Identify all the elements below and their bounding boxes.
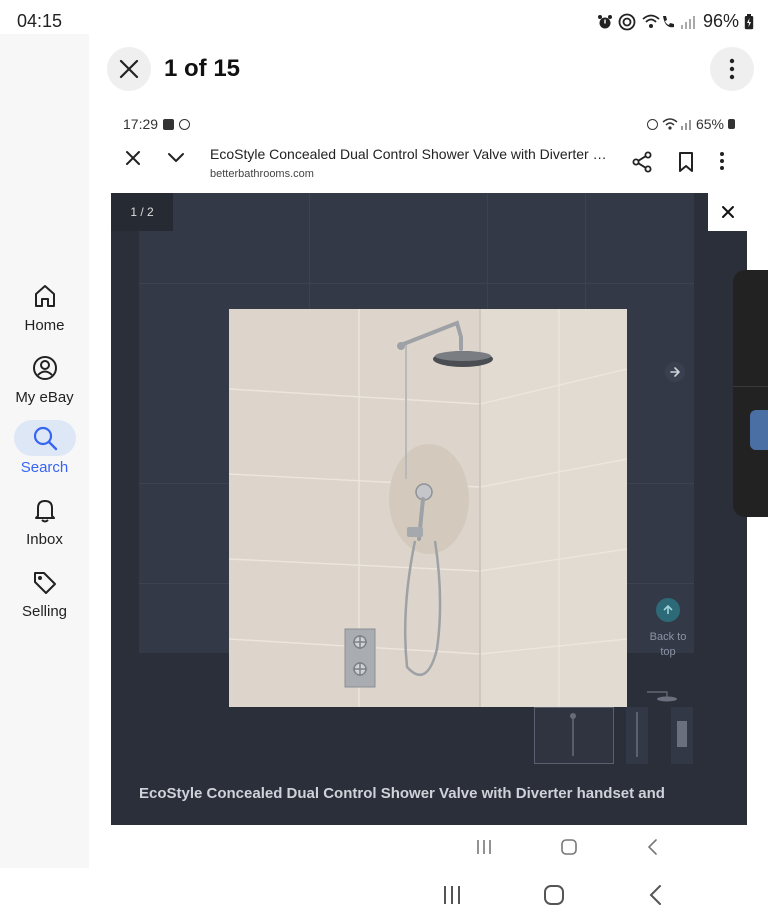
system-navigation-bar [0,868,768,922]
image-gallery: 1 / 2 Back to top EcoStyle Concealed Dua… [111,193,747,825]
more-options-button[interactable] [710,47,754,91]
back-icon [646,838,660,856]
inner-battery-percent: 65% [695,116,724,132]
thumbnail-2[interactable] [626,707,648,764]
nav-item-search[interactable]: Search [0,420,89,484]
close-icon [126,151,140,165]
nav-item-home[interactable]: Home [0,278,89,342]
divider [733,386,768,387]
nav-item-selling[interactable]: Selling [0,564,89,628]
home-button-icon[interactable] [543,884,565,906]
tag-icon [14,564,76,600]
more-vertical-icon [720,152,724,170]
status-icons: 96% [597,11,754,32]
nfc-icon [646,118,658,130]
nav-item-my-ebay[interactable]: My eBay [0,350,89,414]
image-position-counter: 1 of 15 [164,55,241,82]
inner-status-bar: 17:29 [123,116,191,132]
share-icon [632,151,652,173]
close-gallery-button[interactable] [708,193,747,231]
battery-icon [744,13,754,29]
nav-item-inbox[interactable]: Inbox [0,492,89,556]
thumbnail-1[interactable] [534,707,614,764]
wifi-calling-icon [642,14,674,28]
back-to-top-button[interactable] [656,598,680,622]
battery-icon [728,119,735,129]
shower-thumbnail-image [636,712,638,757]
search-icon [13,420,76,456]
wifi-icon [662,118,691,130]
user-icon [14,350,76,386]
tile-line [139,283,694,284]
inner-status-time: 17:29 [123,116,159,132]
inner-navigation-bar [111,826,747,868]
nfc-icon [618,13,636,30]
shower-thumbnail-image [570,713,576,756]
check-icon [163,118,175,130]
bell-icon [14,492,76,528]
arrow-up-icon [663,604,673,614]
home-icon [14,278,76,314]
shared-screenshot[interactable]: 17:29 65% EcoStyle Concealed Dual Contro… [111,104,747,825]
nav-label: Search [20,459,69,476]
nav-label: Home [24,317,65,334]
inner-domain: betterbathrooms.com [210,168,314,180]
battery-percent: 96% [702,11,739,31]
close-icon [721,206,734,218]
status-time: 04:15 [17,11,63,31]
signal-icon [680,15,695,29]
edge-panel-handle[interactable] [750,410,768,450]
product-photo [229,309,627,707]
home-icon [560,838,578,856]
inner-status-icons: 65% [646,116,735,132]
showerhead-thumbnail-image [641,689,681,708]
image-counter: 1 / 2 [111,193,173,231]
recents-icon [476,838,492,856]
status-bar: 04:15 96% [0,0,768,44]
valve-thumbnail-image [677,721,687,747]
nav-label: My eBay [15,389,74,406]
nav-label: Selling [21,603,68,620]
side-nav: Home My eBay Search Inbox Selling [0,34,89,868]
sync-icon [179,118,191,130]
chevron-down-icon [168,153,184,162]
next-image-button[interactable] [665,362,685,382]
shower-illustration [229,309,627,707]
more-vertical-icon [729,58,735,80]
close-viewer-button[interactable] [107,47,151,91]
thumbnail-3[interactable] [671,707,693,764]
back-to-top-label: Back to top [649,631,687,658]
bookmark-icon [679,152,693,172]
nav-label: Inbox [26,531,63,548]
edge-panel[interactable] [733,270,768,517]
inner-page-title: EcoStyle Concealed Dual Control Shower V… [210,146,610,162]
alarm-icon [597,14,612,28]
recents-icon[interactable] [442,884,462,906]
product-title: EcoStyle Concealed Dual Control Shower V… [139,785,665,802]
back-icon[interactable] [648,884,664,906]
close-icon [119,59,139,79]
arrow-right-icon [670,367,680,377]
